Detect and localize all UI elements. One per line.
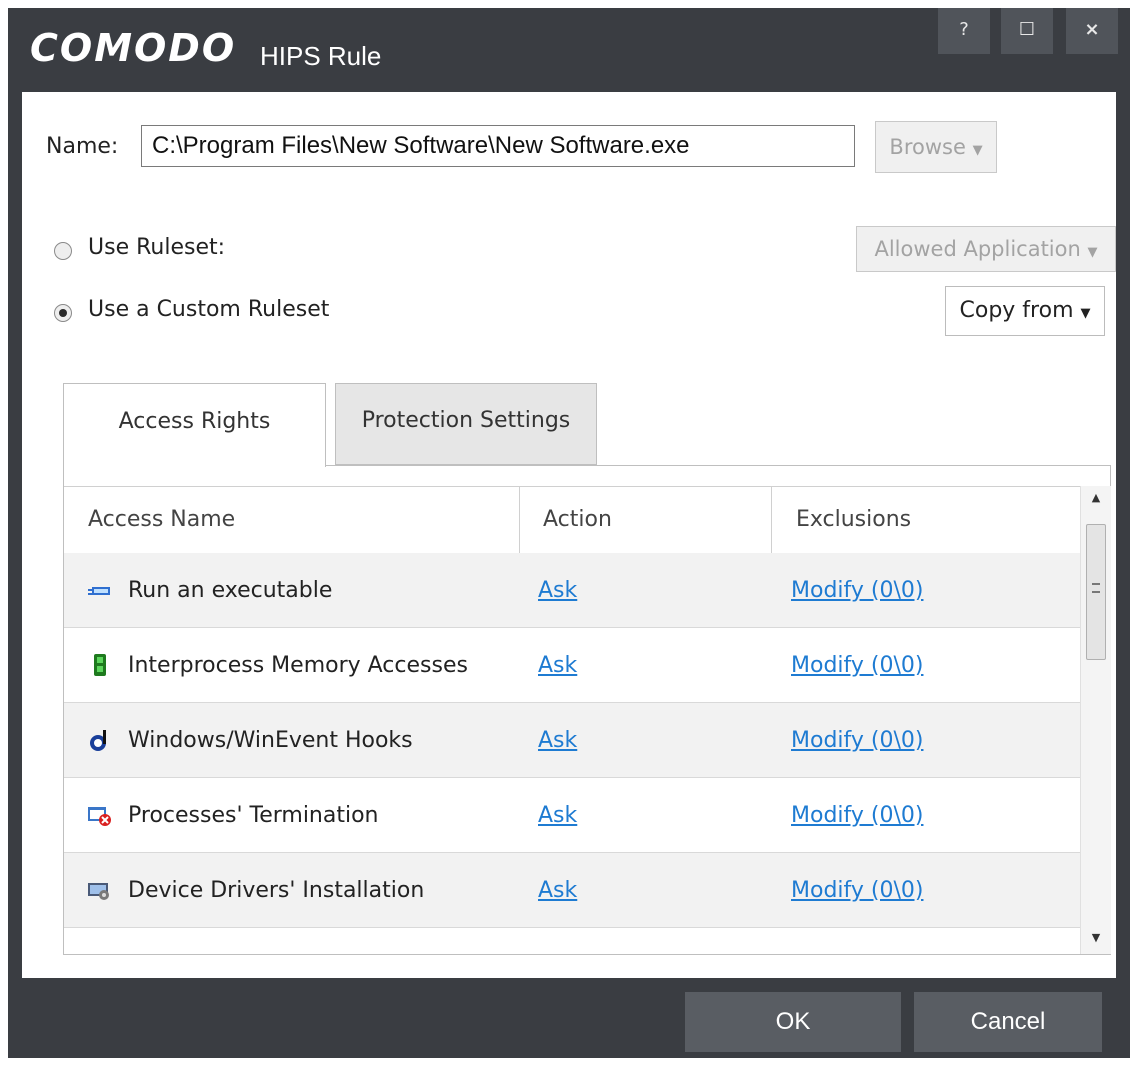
column-exclusions[interactable]: Exclusions	[796, 487, 911, 553]
cancel-button[interactable]: Cancel	[914, 992, 1102, 1052]
action-link[interactable]: Ask	[538, 553, 577, 628]
scroll-up-arrow-icon[interactable]: ▲	[1081, 486, 1111, 510]
dropdown-arrow-icon: ▼	[1087, 245, 1098, 260]
help-button[interactable]: ?	[938, 8, 990, 54]
name-field[interactable]: C:\Program Files\New Software\New Softwa…	[141, 125, 855, 167]
action-link[interactable]: Ask	[538, 778, 577, 853]
table-row[interactable]: Processes' Termination Ask Modify (0\0)	[64, 778, 1080, 853]
vertical-scrollbar[interactable]: ▲ ▼	[1080, 486, 1111, 954]
column-access-name[interactable]: Access Name	[88, 487, 235, 553]
access-name: Interprocess Memory Accesses	[128, 653, 468, 678]
grip-icon	[1092, 583, 1100, 593]
exclusions-link[interactable]: Modify (0\0)	[791, 853, 923, 928]
table-row[interactable]: Windows/WinEvent Hooks Ask Modify (0\0)	[64, 703, 1080, 778]
use-ruleset-radio[interactable]	[54, 242, 72, 260]
scrollbar-thumb[interactable]	[1086, 524, 1106, 660]
maximize-button[interactable]: ☐	[1001, 8, 1053, 54]
access-name: Run an executable	[128, 578, 333, 603]
table-row[interactable]: Device Drivers' Installation Ask Modify …	[64, 853, 1080, 928]
tab-access-rights[interactable]: Access Rights	[63, 383, 326, 467]
close-button[interactable]: ×	[1066, 8, 1118, 54]
table-row[interactable]: Run an executable Ask Modify (0\0)	[64, 553, 1080, 628]
access-rights-panel: Access Name Action Exclusions Run an exe…	[63, 465, 1111, 955]
process-termination-icon	[88, 807, 111, 826]
window-title: HIPS Rule	[260, 41, 382, 71]
column-action[interactable]: Action	[543, 487, 612, 553]
driver-installation-icon	[88, 883, 109, 900]
action-link[interactable]: Ask	[538, 628, 577, 703]
browse-button[interactable]: Browse ▼	[875, 121, 997, 173]
action-link[interactable]: Ask	[538, 853, 577, 928]
exclusions-link[interactable]: Modify (0\0)	[791, 553, 923, 628]
copy-from-label: Copy from	[959, 298, 1074, 323]
table-header: Access Name Action Exclusions	[64, 486, 1080, 554]
exclusions-link[interactable]: Modify (0\0)	[791, 628, 923, 703]
title-bar[interactable]: COMODO HIPS Rule ? ☐ ×	[8, 8, 1130, 92]
ruleset-value: Allowed Application	[874, 237, 1081, 261]
dropdown-arrow-icon: ▼	[972, 143, 983, 158]
run-executable-icon	[88, 587, 110, 595]
scroll-down-arrow-icon[interactable]: ▼	[1081, 926, 1111, 950]
memory-icon	[94, 654, 106, 676]
ruleset-dropdown[interactable]: Allowed Application ▼	[856, 226, 1116, 272]
exclusions-link[interactable]: Modify (0\0)	[791, 778, 923, 853]
dialog-footer: OK Cancel	[8, 978, 1130, 1058]
tab-protection-settings[interactable]: Protection Settings	[335, 383, 597, 465]
exclusions-link[interactable]: Modify (0\0)	[791, 703, 923, 778]
column-divider	[771, 487, 772, 553]
browse-label: Browse	[889, 135, 966, 159]
use-custom-ruleset-radio[interactable]	[54, 304, 72, 322]
use-custom-ruleset-label: Use a Custom Ruleset	[88, 297, 330, 322]
access-name: Device Drivers' Installation	[128, 878, 425, 903]
brand-logo: COMODO	[30, 26, 237, 70]
column-divider	[519, 487, 520, 553]
name-label: Name:	[46, 134, 119, 159]
copy-from-button[interactable]: Copy from ▼	[945, 286, 1105, 336]
access-name: Windows/WinEvent Hooks	[128, 728, 413, 753]
dropdown-arrow-icon: ▼	[1080, 306, 1091, 321]
access-name: Processes' Termination	[128, 803, 379, 828]
table-row[interactable]: Interprocess Memory Accesses Ask Modify …	[64, 628, 1080, 703]
ok-button[interactable]: OK	[685, 992, 901, 1052]
action-link[interactable]: Ask	[538, 703, 577, 778]
dialog-window: COMODO HIPS Rule ? ☐ × Name: C:\Program …	[8, 8, 1130, 1058]
dialog-content: Name: C:\Program Files\New Software\New …	[22, 92, 1116, 978]
use-ruleset-label: Use Ruleset:	[88, 235, 226, 260]
hook-icon	[90, 730, 106, 751]
